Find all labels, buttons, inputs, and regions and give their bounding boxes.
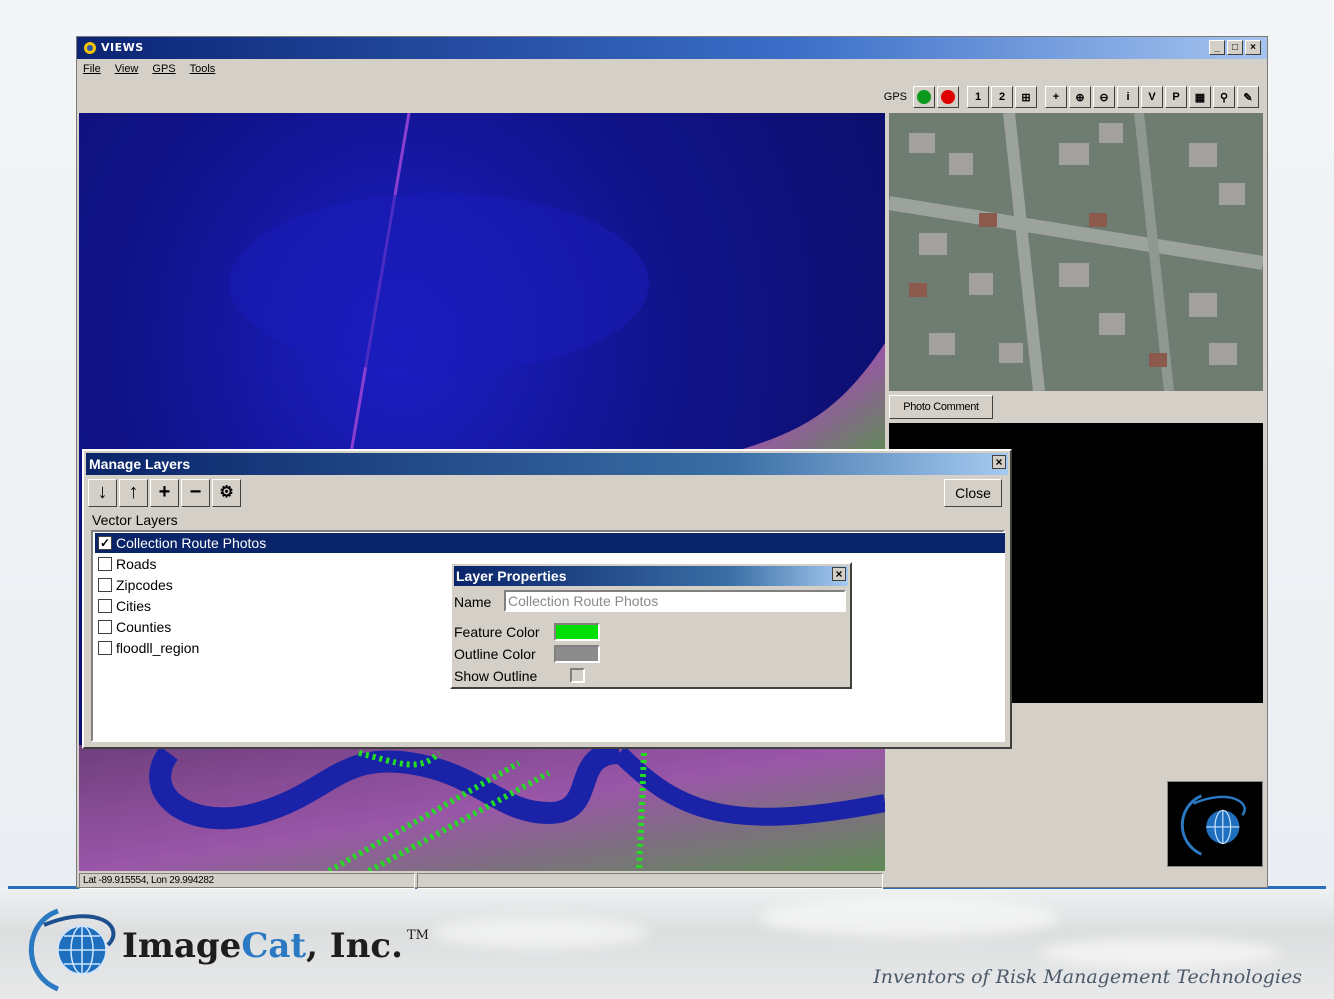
v-button[interactable]: V <box>1141 86 1163 108</box>
edit-icon: ✎ <box>1243 91 1253 104</box>
tagline: Inventors of Risk Management Technologie… <box>873 966 1302 988</box>
layer-name-field[interactable] <box>504 590 846 612</box>
zoom-out-icon: ⊖ <box>1099 91 1109 104</box>
manage-layers-title: Manage Layers <box>86 453 1008 475</box>
vector-layers-label: Vector Layers <box>92 512 178 528</box>
menu-gps[interactable]: GPS <box>152 63 175 75</box>
menu-bar: File View GPS Tools <box>83 63 215 75</box>
app-icon <box>84 42 96 54</box>
move-layer-down-button[interactable]: ↓ <box>88 479 117 507</box>
layer-properties-dialog: Layer Properties × Name Feature Color Ou… <box>450 562 852 689</box>
company-name-accent: Cat <box>241 926 307 966</box>
coordinate-readout: Lat -89.915554, Lon 29.994282 <box>79 873 415 889</box>
status-cell-2 <box>417 873 883 889</box>
view-2-button[interactable]: 2 <box>991 86 1013 108</box>
name-label: Name <box>454 594 492 610</box>
company-name-prefix: Image <box>122 926 242 966</box>
info-icon: i <box>1126 91 1130 103</box>
layer-checkbox[interactable] <box>98 557 112 571</box>
v-icon: V <box>1148 91 1156 103</box>
gps-start-icon <box>917 90 931 104</box>
view-split-button[interactable]: ⊞ <box>1015 86 1037 108</box>
status-bar: Lat -89.915554, Lon 29.994282 <box>79 873 885 889</box>
pin-button[interactable]: ⚲ <box>1213 86 1235 108</box>
decorative-wash <box>760 898 1060 938</box>
show-outline-label: Show Outline <box>454 668 538 684</box>
maximize-button[interactable]: □ <box>1227 40 1243 55</box>
close-button[interactable]: × <box>1245 40 1261 55</box>
zoom-in-icon: ⊕ <box>1075 91 1085 104</box>
urban-area <box>729 343 885 453</box>
layer-checkbox[interactable]: ✓ <box>98 536 112 550</box>
manage-layers-close-icon[interactable]: × <box>992 455 1006 469</box>
layer-properties-title: Layer Properties <box>454 566 848 586</box>
layer-name: Zipcodes <box>116 577 173 593</box>
minimize-button[interactable]: _ <box>1209 40 1225 55</box>
pin-icon: ⚲ <box>1219 91 1229 104</box>
remove-layer-button[interactable]: − <box>181 479 210 507</box>
edit-button[interactable]: ✎ <box>1237 86 1259 108</box>
view-1-icon: 1 <box>974 91 982 103</box>
menu-file[interactable]: File <box>83 63 101 75</box>
pan-icon: + <box>1052 91 1060 103</box>
layer-name: Counties <box>116 619 172 635</box>
view-1-button[interactable]: 1 <box>967 86 989 108</box>
layer-toolbar: ↓ ↑ + − ⚙ <box>88 479 241 507</box>
view-split-icon: ⊞ <box>1021 91 1031 104</box>
photo-comment-button[interactable]: Photo Comment <box>889 395 993 419</box>
zoom-in-button[interactable]: ⊕ <box>1069 86 1091 108</box>
imagecat-logo-icon <box>28 908 116 992</box>
menu-tools[interactable]: Tools <box>190 63 216 75</box>
gps-stop-button[interactable] <box>937 86 959 108</box>
outline-color-swatch[interactable] <box>554 645 600 663</box>
grid-icon: ▦ <box>1194 91 1206 104</box>
imagecat-mini-logo-icon <box>1167 781 1263 867</box>
view-2-icon: 2 <box>998 91 1006 103</box>
move-layer-up-button[interactable]: ↑ <box>119 479 148 507</box>
decorative-wash <box>430 918 650 948</box>
window-controls: _ □ × <box>1209 40 1261 55</box>
trademark: TM <box>406 928 429 943</box>
info-button[interactable]: i <box>1117 86 1139 108</box>
layer-row[interactable]: ✓ Collection Route Photos <box>95 533 1005 553</box>
window-title: VIEWS <box>101 41 144 54</box>
layer-properties-button[interactable]: ⚙ <box>212 479 241 507</box>
decorative-wash <box>1040 938 1280 968</box>
layer-name: Roads <box>116 556 157 572</box>
grid-button[interactable]: ▦ <box>1189 86 1211 108</box>
gps-label: GPS <box>883 91 907 103</box>
layer-checkbox[interactable] <box>98 578 112 592</box>
toolbar: GPS 1 2 ⊞ + ⊕ ⊖ i V P ▦ ⚲ ✎ <box>884 85 1259 109</box>
p-button[interactable]: P <box>1165 86 1187 108</box>
feature-color-label: Feature Color <box>454 624 540 640</box>
company-name: ImageCat, Inc. TM <box>122 926 429 966</box>
show-outline-checkbox[interactable] <box>570 668 585 683</box>
layer-name: floodll_region <box>116 640 200 656</box>
close-button[interactable]: Close <box>944 479 1002 507</box>
company-name-suffix: , Inc. <box>306 926 403 966</box>
photo-view[interactable] <box>889 113 1263 391</box>
gps-stop-icon <box>941 90 955 104</box>
title-bar: VIEWS _ □ × <box>77 37 1267 59</box>
zoom-out-button[interactable]: ⊖ <box>1093 86 1115 108</box>
gps-start-button[interactable] <box>913 86 935 108</box>
layer-checkbox[interactable] <box>98 599 112 613</box>
layer-name: Collection Route Photos <box>116 535 267 551</box>
layer-properties-close-icon[interactable]: × <box>832 567 846 581</box>
layer-checkbox[interactable] <box>98 620 112 634</box>
pan-button[interactable]: + <box>1045 86 1067 108</box>
feature-color-swatch[interactable] <box>554 623 600 641</box>
aerial-photo <box>889 113 1263 391</box>
menu-view[interactable]: View <box>115 63 139 75</box>
layer-checkbox[interactable] <box>98 641 112 655</box>
add-layer-button[interactable]: + <box>150 479 179 507</box>
layer-name: Cities <box>116 598 152 614</box>
outline-color-label: Outline Color <box>454 646 536 662</box>
p-icon: P <box>1172 91 1180 103</box>
